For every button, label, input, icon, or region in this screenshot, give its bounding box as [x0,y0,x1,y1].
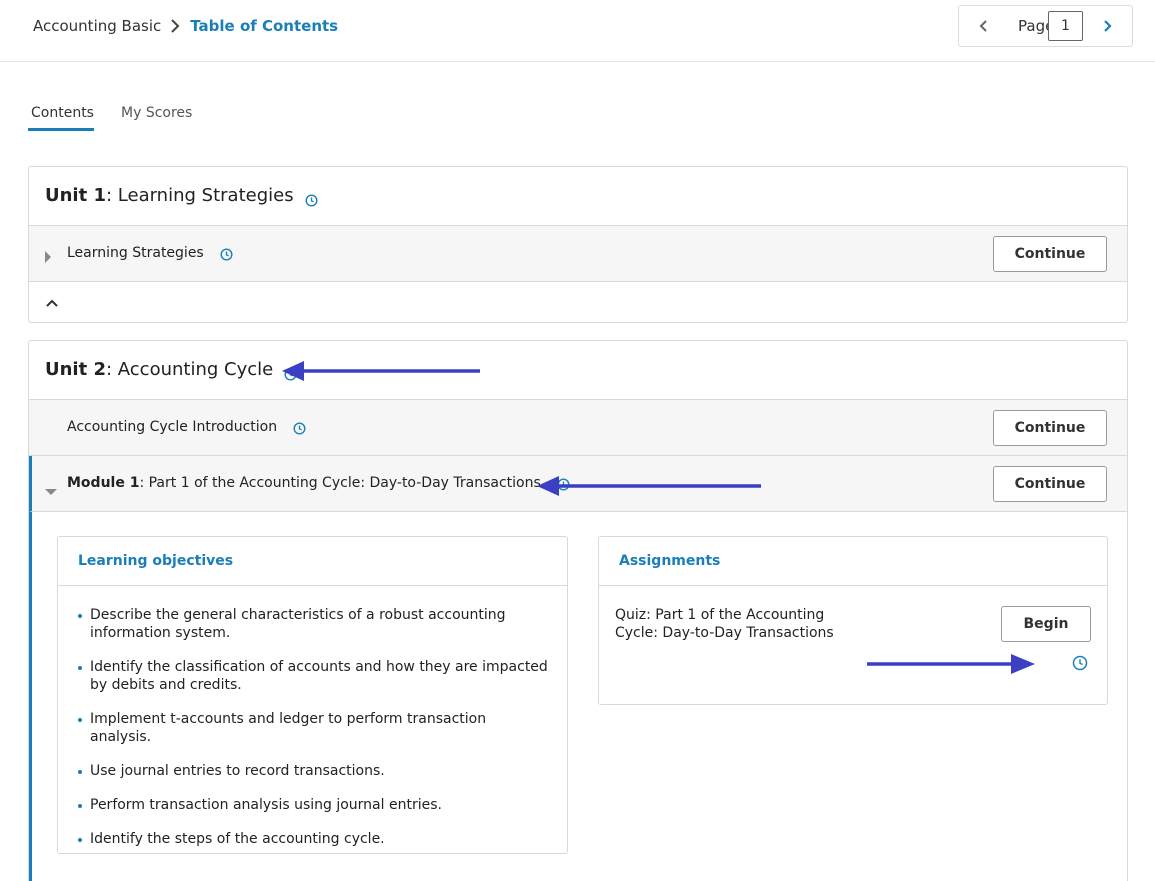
item-label: Learning Strategies [67,245,204,261]
learning-objectives-card: Learning objectives Describe the general… [57,536,568,854]
breadcrumb-root[interactable]: Accounting Basic [33,17,161,35]
chevron-right-icon[interactable] [1099,18,1115,34]
card-title: Learning objectives [78,553,234,569]
clock-icon[interactable] [1072,655,1088,671]
unit-1-panel: Unit 1 : Learning Strategies Learning St… [28,166,1128,323]
unit-number: Unit 2 [45,359,106,380]
page-number-input[interactable] [1048,11,1083,41]
list-item: Describe the general characteristics of … [78,606,548,642]
unit-1-item-row[interactable]: Learning Strategies Continue [29,226,1127,282]
unit-title-text: : Accounting Cycle [106,359,274,380]
tab-my-scores[interactable]: My Scores [121,105,192,121]
list-item: Implement t-accounts and ledger to perfo… [78,710,548,746]
continue-button[interactable]: Continue [993,410,1107,446]
active-tab-indicator [28,128,94,131]
collapse-area [29,282,1127,323]
unit-number: Unit 1 [45,185,106,206]
list-item: Identify the classification of accounts … [78,658,548,694]
begin-button[interactable]: Begin [1001,606,1091,642]
arrow-right-icon [867,654,1035,674]
assignments-card: Assignments Quiz: Part 1 of the Accounti… [598,536,1108,705]
row-label: Accounting Cycle Introduction [67,419,306,435]
row-label: Module 1 : Part 1 of the Accounting Cycl… [67,475,570,491]
unit-2-intro-row[interactable]: Accounting Cycle Introduction Continue [29,400,1127,456]
unit-1-header: Unit 1 : Learning Strategies [29,167,1127,226]
breadcrumb: Accounting Basic Table of Contents [33,17,338,35]
quiz-title: Quiz: Part 1 of the Accounting Cycle: Da… [615,607,834,641]
module-number: Module 1 [67,475,140,491]
list-item: Perform transaction analysis using journ… [78,796,548,814]
list-item: Identify the steps of the accounting cyc… [78,830,548,848]
item-label: Accounting Cycle Introduction [67,419,278,435]
unit-2-header: Unit 2 : Accounting Cycle [29,341,1127,400]
caret-right-icon[interactable] [44,248,52,267]
objectives-list: Describe the general characteristics of … [78,606,548,864]
breadcrumb-current[interactable]: Table of Contents [190,17,338,35]
unit-2-panel: Unit 2 : Accounting Cycle Accounting Cyc… [28,340,1128,881]
card-header: Learning objectives [58,537,567,586]
card-header: Assignments [599,537,1107,586]
module-1-details: Learning objectives Describe the general… [29,512,1127,881]
arrow-left-icon [282,361,480,381]
card-title: Assignments [619,553,721,569]
tab-contents[interactable]: Contents [31,105,94,121]
continue-button[interactable]: Continue [993,236,1107,272]
clock-icon[interactable] [293,422,306,435]
page-navigator: Page [958,5,1133,47]
clock-icon[interactable] [305,191,318,207]
continue-button[interactable]: Continue [993,466,1107,502]
module-title: : Part 1 of the Accounting Cycle: Day-to… [139,475,541,491]
unit-title-text: : Learning Strategies [106,185,294,206]
caret-down-icon[interactable] [45,481,57,500]
arrow-left-icon [537,476,761,496]
chevron-left-icon[interactable] [976,18,992,34]
chevron-up-icon[interactable] [45,295,59,309]
unit-2-title: Unit 2 : Accounting Cycle [45,359,297,381]
list-item: Use journal entries to record transactio… [78,762,548,780]
row-label: Learning Strategies [67,245,233,261]
unit-1-title: Unit 1 : Learning Strategies [45,185,318,207]
chevron-right-icon [170,19,180,33]
header-bar: Accounting Basic Table of Contents Page [0,0,1155,62]
clock-icon[interactable] [220,248,233,261]
